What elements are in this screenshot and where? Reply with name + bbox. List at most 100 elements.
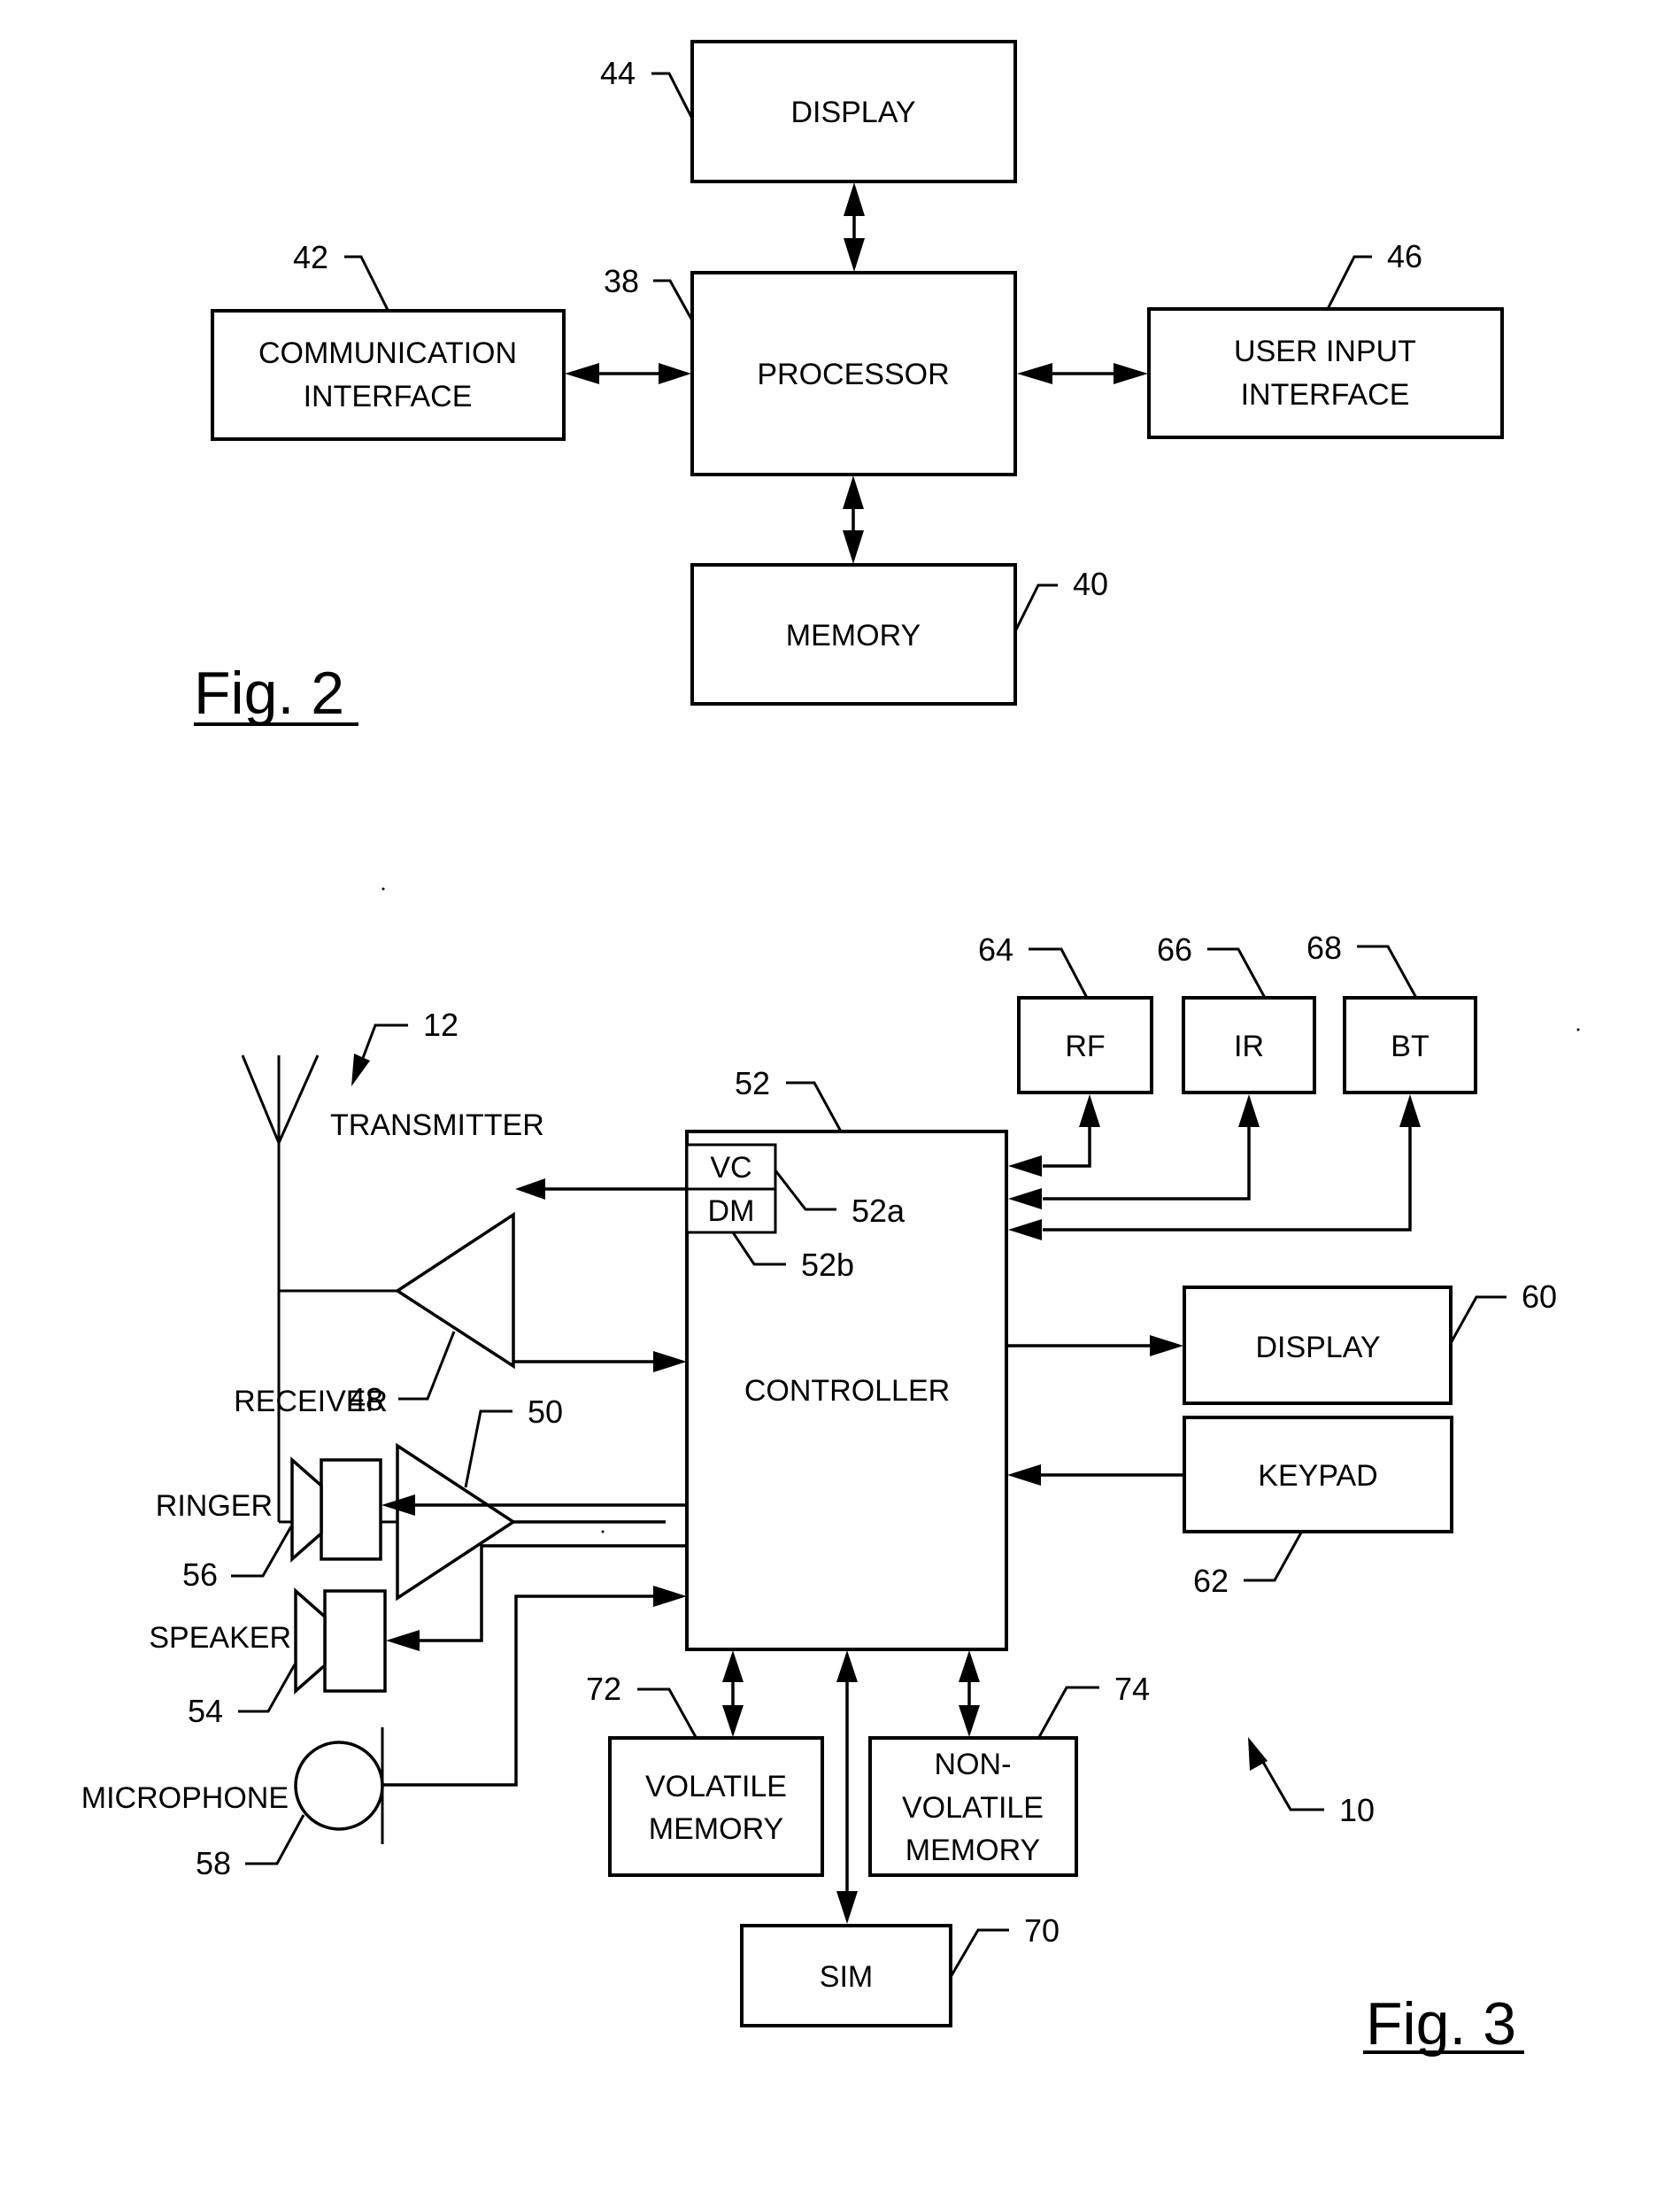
arrowhead-icon — [1008, 1155, 1042, 1177]
fig3-dm-label: DM — [708, 1194, 755, 1228]
fig3-controller-ref: 52 — [735, 1065, 770, 1101]
arrowhead-icon — [844, 238, 865, 272]
fig3-ringer-leader — [231, 1525, 293, 1578]
fig3-display-block: DISPLAY 60 — [1007, 1278, 1557, 1405]
speaker-box — [323, 1589, 387, 1693]
arrowhead-icon — [515, 1178, 545, 1200]
arrowhead-icon — [1008, 1188, 1042, 1209]
fig3-vc-label: VC — [710, 1151, 751, 1185]
fig3-receiver-ref: 50 — [528, 1394, 563, 1430]
fig2-diagram: DISPLAY 44 PROCESSOR 38 COMMUNICATION IN… — [194, 40, 1504, 727]
fig3-volatile-memory-block: VOLATILE MEMORY 72 — [586, 1671, 824, 1877]
fig3-keypad-ref: 62 — [1193, 1563, 1229, 1599]
fig3-transmitter: TRANSMITTER 48 — [330, 1108, 687, 1417]
fig3-diagram: 12 TRANSMITTER 48 RECEIVER 50 CONTROLLER — [81, 930, 1557, 2058]
fig3-non-volatile-memory-leader — [1037, 1686, 1099, 1738]
fig2-communication-interface-box — [211, 309, 566, 441]
fig3-display-leader — [1449, 1295, 1507, 1344]
fig2-connector-comm-processor — [565, 363, 691, 384]
fig3-ir-leader — [1207, 947, 1267, 999]
transmitter-amplifier-icon — [394, 1211, 515, 1370]
fig3-non-volatile-memory-ref: 74 — [1114, 1671, 1150, 1707]
fig3-non-volatile-memory-label-line3: MEMORY — [906, 1834, 1040, 1867]
fig3-volatile-memory-label-line2: MEMORY — [649, 1812, 783, 1846]
fig2-connector-display-processor — [844, 182, 865, 272]
arrowhead-icon — [659, 363, 691, 384]
fig2-memory-ref: 40 — [1073, 566, 1108, 602]
fig3-connector-ir-controller — [1008, 1094, 1260, 1209]
fig3-controller-leader — [786, 1081, 843, 1132]
fig2-user-input-interface-block: USER INPUT INTERFACE 46 — [1147, 238, 1504, 439]
fig3-rf-ref: 64 — [978, 931, 1013, 968]
fig2-memory-block: MEMORY 40 — [690, 563, 1108, 706]
arrowhead-icon — [722, 1705, 744, 1737]
arrowhead-icon — [1238, 1094, 1260, 1127]
fig2-display-leader — [651, 72, 694, 120]
fig2-display-block: DISPLAY 44 — [600, 40, 1017, 183]
fig2-user-input-interface-label-line2: INTERFACE — [1241, 378, 1410, 412]
arrowhead-icon — [836, 1891, 858, 1924]
speaker-icon — [294, 1587, 327, 1695]
fig2-memory-leader — [1013, 583, 1058, 632]
arrowhead-icon — [653, 1586, 687, 1607]
fig3-keypad-label: KEYPAD — [1258, 1459, 1377, 1493]
fig2-communication-interface-block: COMMUNICATION INTERFACE 42 — [211, 239, 566, 441]
fig3-display-label: DISPLAY — [1255, 1331, 1380, 1364]
arrowhead-icon — [565, 363, 599, 384]
fig3-display-ref: 60 — [1522, 1278, 1557, 1315]
fig3-sim-label: SIM — [820, 1960, 873, 1994]
fig3-volatile-memory-ref: 72 — [586, 1671, 621, 1707]
fig3-ringer-label: RINGER — [156, 1489, 273, 1523]
fig3-volatile-memory-box — [608, 1736, 824, 1877]
fig2-communication-interface-label-line2: INTERFACE — [304, 380, 473, 413]
fig3-receiver-label: RECEIVER — [234, 1385, 388, 1418]
fig2-display-label: DISPLAY — [790, 96, 915, 129]
fig2-user-input-interface-label-line1: USER INPUT — [1234, 335, 1416, 368]
fig2-display-ref: 44 — [600, 55, 636, 91]
arrowhead-icon — [1114, 363, 1148, 384]
fig3-speaker-label: SPEAKER — [149, 1621, 291, 1655]
fig3-rf-leader — [1029, 947, 1089, 999]
fig3-volatile-memory-leader — [637, 1687, 697, 1738]
fig3-bt-label: BT — [1391, 1030, 1429, 1063]
fig3-non-volatile-memory-label-line1: NON- — [935, 1748, 1012, 1781]
arrowhead-icon — [386, 1630, 420, 1651]
fig3-speaker-ref: 54 — [188, 1693, 223, 1729]
arrowhead-icon — [722, 1650, 744, 1682]
fig2-communication-interface-label-line1: COMMUNICATION — [258, 336, 517, 370]
fig3-bt-leader — [1357, 945, 1418, 999]
fig3-antenna-ref-label: 12 — [423, 1007, 459, 1043]
arrowhead-icon — [836, 1650, 858, 1682]
fig3-rf-label: RF — [1065, 1030, 1105, 1063]
fig3-sim-block: SIM 70 — [740, 1912, 1060, 2027]
fig3-volatile-memory-label-line1: VOLATILE — [645, 1770, 787, 1803]
fig2-processor-label: PROCESSOR — [757, 358, 949, 391]
microphone-icon — [294, 1741, 384, 1831]
fig3-controller-block: CONTROLLER 52 VC DM 52a 52b — [685, 1065, 1008, 1651]
fig3-device-ref: 10 — [1248, 1737, 1375, 1828]
fig3-device-ref-label: 10 — [1339, 1792, 1375, 1828]
speck — [1576, 1028, 1580, 1031]
fig3-keypad-block: KEYPAD 62 — [1007, 1416, 1453, 1599]
fig2-connector-processor-userinput — [1017, 363, 1148, 384]
fig3-connector-controller-volatile — [722, 1650, 744, 1737]
fig2-processor-leader — [653, 279, 694, 321]
fig2-user-input-interface-box — [1147, 307, 1504, 439]
fig3-vc-ref: 52a — [852, 1193, 906, 1229]
fig3-microphone-ref: 58 — [196, 1845, 231, 1881]
fig3-bt-block: BT 68 — [1306, 930, 1477, 1094]
patent-drawing-sheet: DISPLAY 44 PROCESSOR 38 COMMUNICATION IN… — [81, 40, 1580, 2058]
arrowhead-icon — [1007, 1464, 1041, 1486]
fig2-user-input-interface-leader — [1326, 255, 1372, 310]
arrowhead-icon — [959, 1650, 980, 1682]
fig3-dm-ref: 52b — [801, 1247, 854, 1283]
fig3-connector-rf-controller — [1008, 1094, 1100, 1177]
arrowhead-icon — [1008, 1219, 1042, 1240]
fig3-sim-ref: 70 — [1024, 1912, 1060, 1949]
fig3-non-volatile-memory-block: NON- VOLATILE MEMORY 74 — [868, 1671, 1150, 1877]
fig2-connector-processor-memory — [843, 475, 864, 564]
arrowhead-icon — [844, 182, 865, 216]
arrowhead-icon — [843, 530, 864, 564]
fig3-sim-leader — [949, 1928, 1009, 1978]
fig2-communication-interface-ref: 42 — [293, 239, 328, 275]
